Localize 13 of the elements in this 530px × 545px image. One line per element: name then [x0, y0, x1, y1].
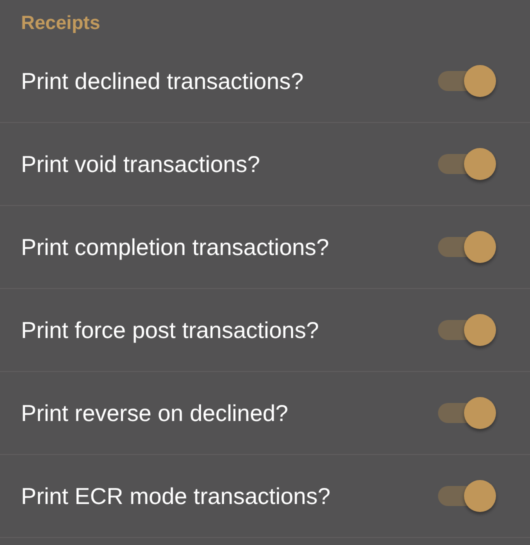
setting-label: Print declined transactions? [21, 68, 304, 94]
toggle-switch[interactable] [438, 148, 496, 180]
toggle-switch[interactable] [438, 314, 496, 346]
section-title: Receipts [21, 13, 100, 34]
setting-label: Print void transactions? [21, 150, 260, 178]
toggle-switch[interactable] [438, 231, 496, 263]
setting-label: Print ECR mode transactions? [21, 482, 330, 510]
toggle-switch[interactable] [438, 397, 496, 429]
toggle-switch[interactable] [438, 480, 496, 512]
setting-label: Print completion transactions? [21, 234, 330, 260]
setting-label: Print force post transactions? [21, 316, 319, 344]
setting-label: Print reverse on declined? [21, 400, 288, 426]
toggle-switch[interactable] [438, 65, 496, 97]
